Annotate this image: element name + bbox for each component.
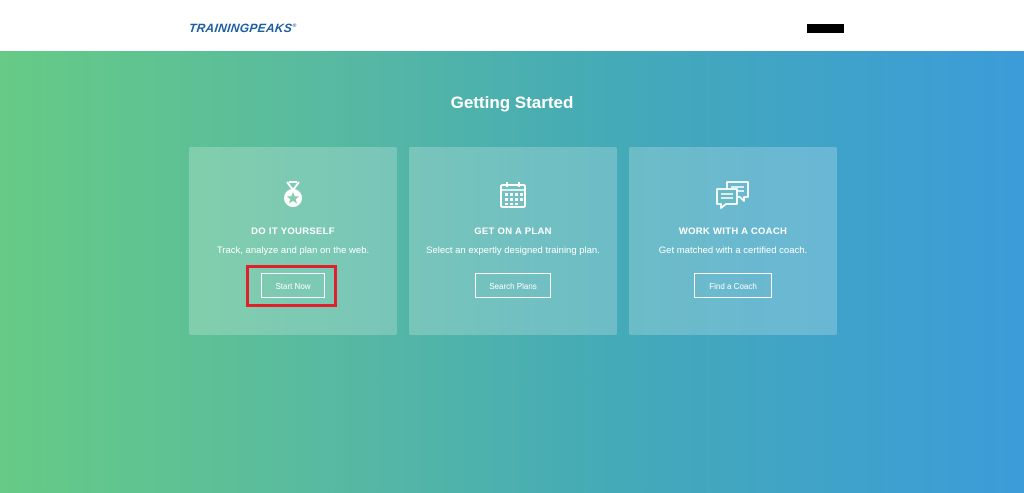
card-description: Track, analyze and plan on the web. — [216, 245, 370, 256]
search-plans-button[interactable]: Search Plans — [475, 273, 551, 298]
calendar-icon — [409, 179, 617, 211]
chat-bubbles-icon — [629, 179, 837, 211]
card-heading: WORK WITH A COACH — [678, 226, 788, 237]
page-title: Getting Started — [450, 93, 574, 112]
card-do-it-yourself: DO IT YOURSELF Track, analyze and plan o… — [189, 147, 397, 335]
logo-text: TRAININGPEAKS — [188, 21, 293, 35]
card-description: Get matched with a certified coach. — [658, 245, 808, 256]
card-heading: DO IT YOURSELF — [251, 226, 335, 237]
card-work-with-a-coach: WORK WITH A COACH Get matched with a cer… — [629, 147, 837, 335]
logo-trademark: ® — [292, 23, 297, 29]
find-a-coach-button[interactable]: Find a Coach — [694, 273, 772, 298]
redacted-block — [807, 24, 844, 33]
start-now-button[interactable]: Start Now — [261, 273, 325, 298]
top-header: TRAININGPEAKS® — [0, 0, 1024, 51]
trainingpeaks-logo[interactable]: TRAININGPEAKS® — [188, 21, 297, 35]
card-get-on-a-plan: GET ON A PLAN Select an expertly designe… — [409, 147, 617, 335]
card-heading: GET ON A PLAN — [474, 226, 552, 237]
medal-icon — [189, 179, 397, 211]
card-description: Select an expertly designed training pla… — [426, 245, 600, 256]
